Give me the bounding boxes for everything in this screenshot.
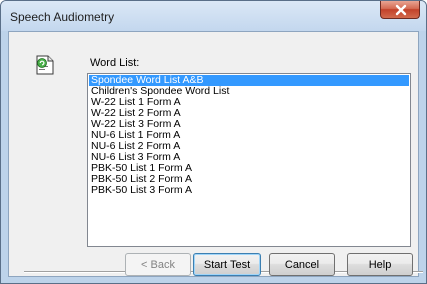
word-list-listbox[interactable]: Spondee Word List A&B Children's Spondee…	[87, 73, 411, 247]
window-title: Speech Audiometry	[10, 10, 115, 24]
dialog-window: Speech Audiometry Word List: Spondee Wor…	[0, 0, 427, 284]
back-button[interactable]: < Back	[125, 253, 191, 276]
cancel-button[interactable]: Cancel	[269, 253, 335, 276]
title-bar[interactable]: Speech Audiometry	[1, 1, 426, 31]
help-button[interactable]: Help	[347, 253, 413, 276]
audiometry-document-icon	[36, 55, 54, 75]
start-test-button[interactable]: Start Test	[193, 253, 261, 276]
word-list-label: Word List:	[90, 57, 140, 69]
list-item[interactable]: PBK-50 List 3 Form A	[89, 185, 409, 196]
close-icon	[395, 4, 407, 16]
dialog-body: Word List: Spondee Word List A&B Childre…	[8, 31, 423, 277]
close-button[interactable]	[380, 1, 420, 19]
